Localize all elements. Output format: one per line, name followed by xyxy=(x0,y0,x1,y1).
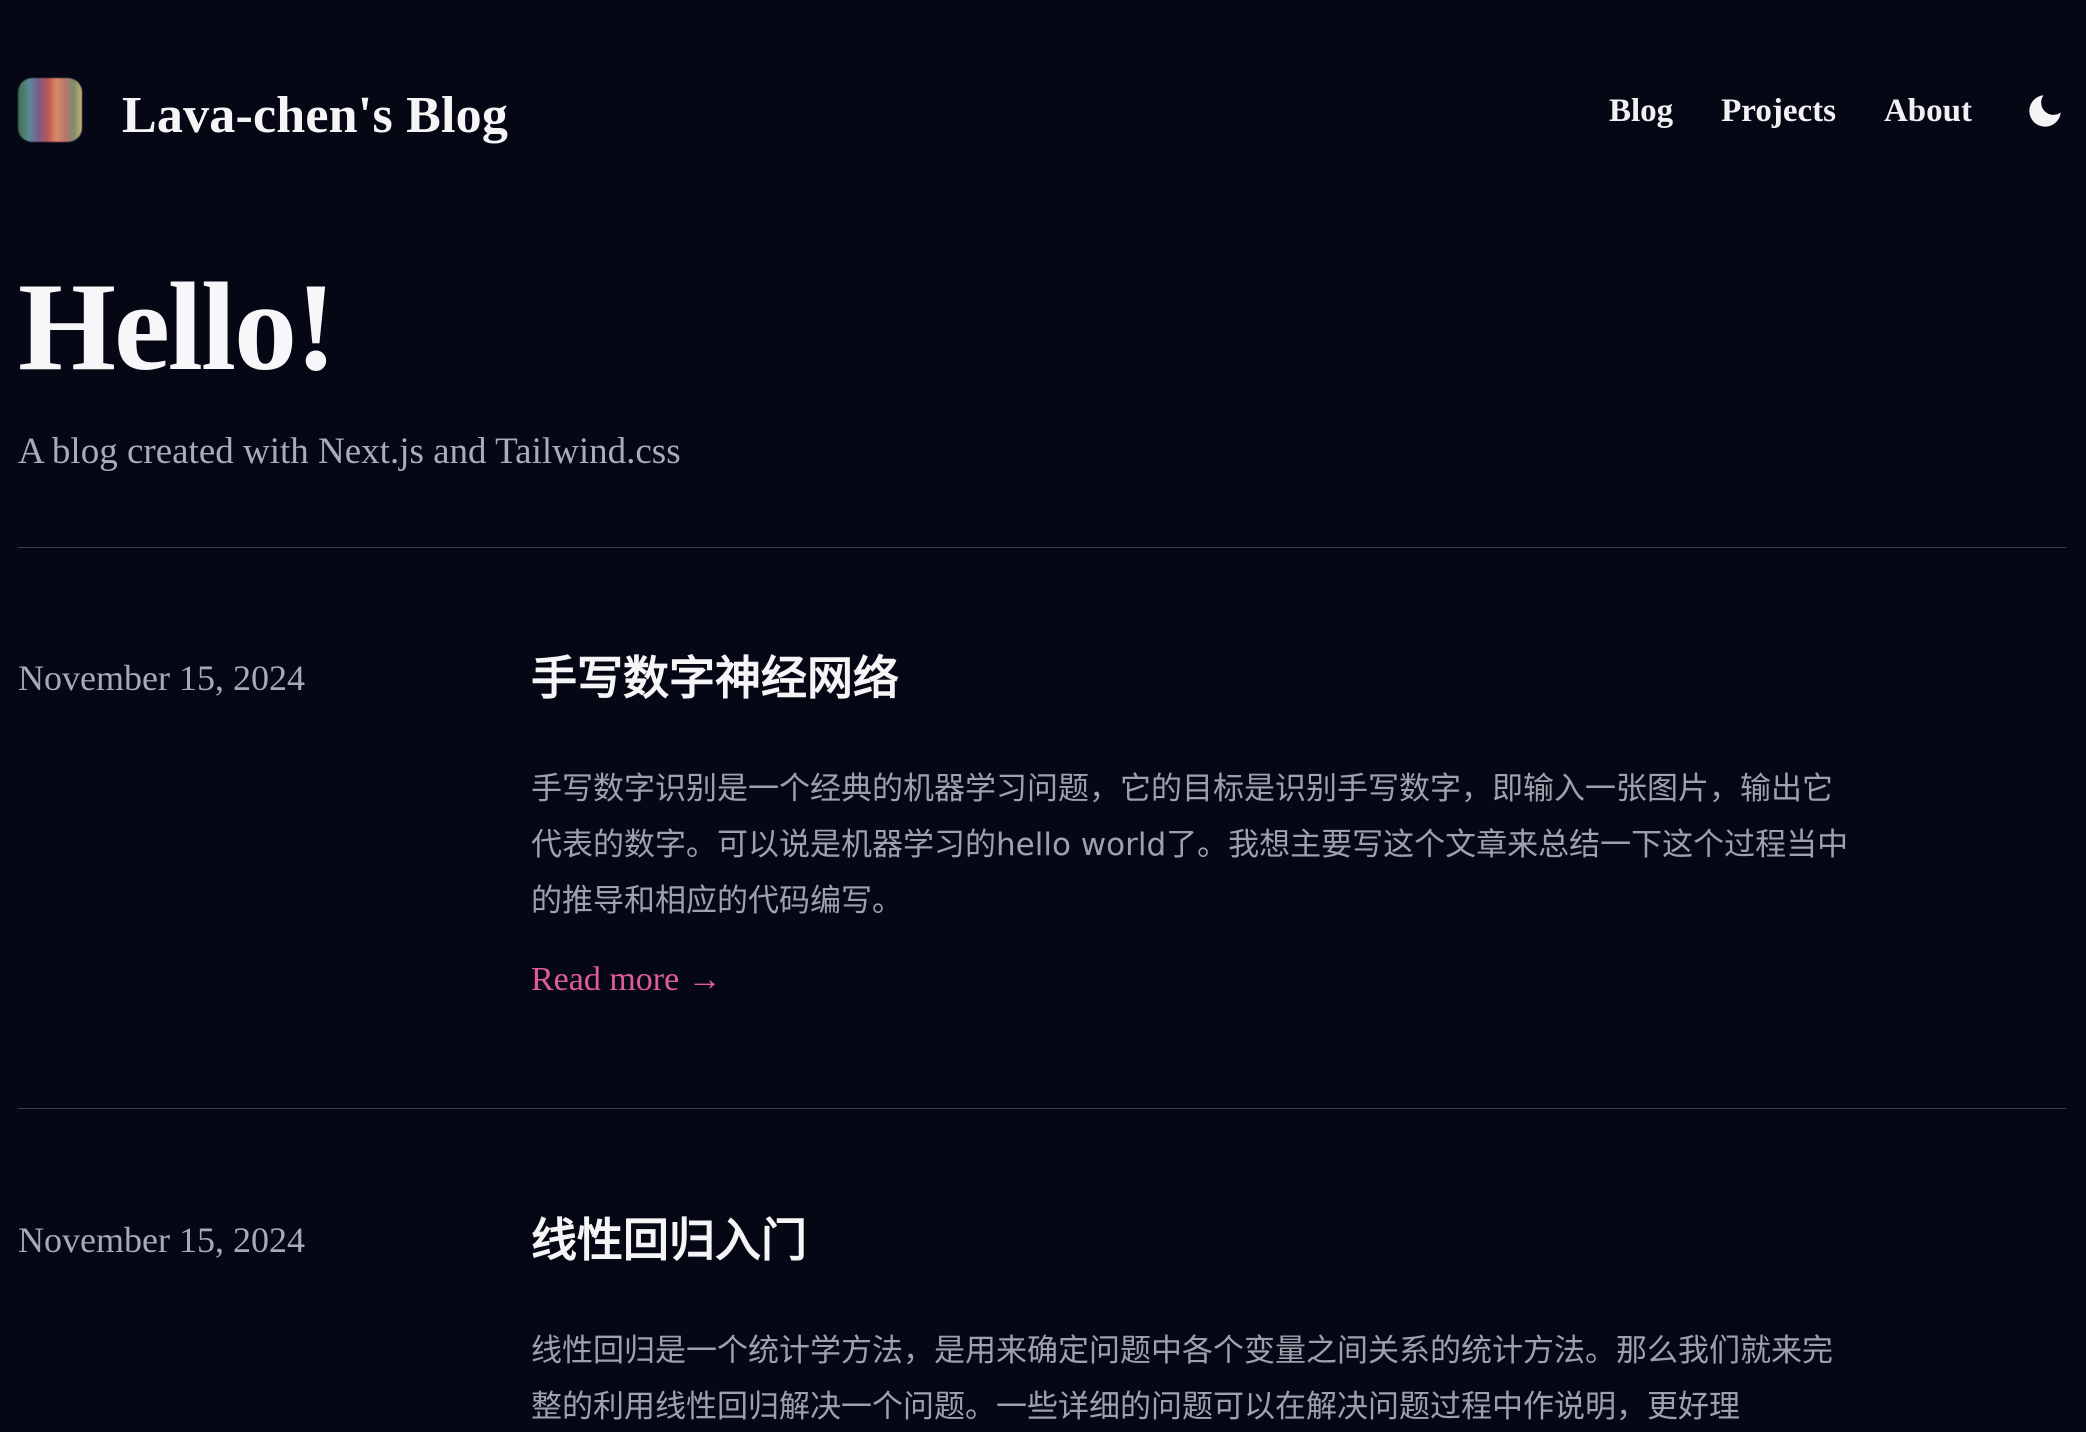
site-title[interactable]: Lava-chen's Blog xyxy=(122,86,508,146)
main-nav: Blog Projects About xyxy=(1609,86,2066,136)
hero-title: Hello! xyxy=(18,258,337,397)
post-excerpt: 线性回归是一个统计学方法，是用来确定问题中各个变量之间关系的统计方法。那么我们就… xyxy=(531,1333,1833,1425)
post-body: 手写数字神经网络 手写数字识别是一个经典的机器学习问题，它的目标是识别手写数字，… xyxy=(531,649,1861,1003)
nav-link-blog[interactable]: Blog xyxy=(1609,86,1673,136)
post-title[interactable]: 手写数字神经网络 xyxy=(531,649,1861,707)
post-body: 线性回归入门 线性回归是一个统计学方法，是用来确定问题中各个变量之间关系的统计方… xyxy=(531,1211,1861,1432)
post-date: November 15, 2024 xyxy=(18,1220,305,1260)
divider xyxy=(18,547,2066,548)
nav-link-projects[interactable]: Projects xyxy=(1721,86,1836,136)
nav-link-about[interactable]: About xyxy=(1884,86,1972,136)
moon-icon[interactable] xyxy=(2024,90,2066,132)
post-excerpt: 手写数字识别是一个经典的机器学习问题，它的目标是识别手写数字，即输入一张图片，输… xyxy=(531,771,1849,919)
divider xyxy=(18,1108,2066,1109)
post-title[interactable]: 线性回归入门 xyxy=(531,1211,1861,1269)
page-container: Lava-chen's Blog Blog Projects About Hel… xyxy=(18,0,2066,1425)
site-header: Lava-chen's Blog Blog Projects About xyxy=(18,0,2066,210)
hero-subtitle: A blog created with Next.js and Tailwind… xyxy=(18,431,681,472)
site-logo[interactable] xyxy=(18,78,82,142)
post-date: November 15, 2024 xyxy=(18,658,305,698)
read-more-link[interactable]: Read more → xyxy=(531,957,722,1003)
